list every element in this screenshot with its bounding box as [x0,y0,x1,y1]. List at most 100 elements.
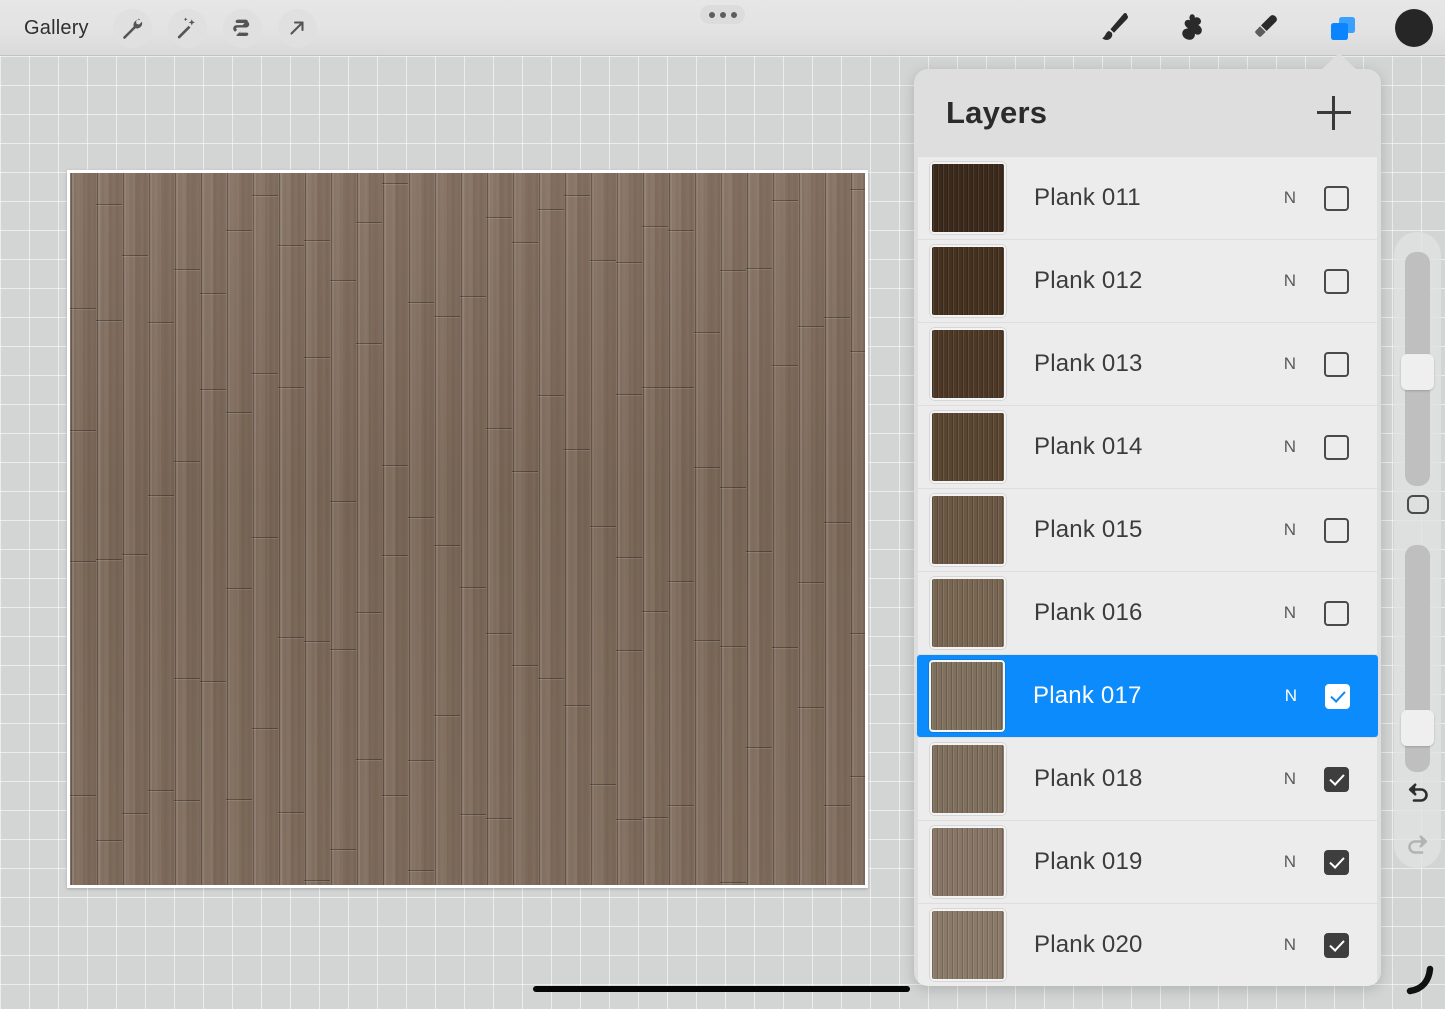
plank-seam [356,612,382,614]
layer-row[interactable]: Plank 016 N [918,572,1377,654]
plank-seam [148,322,174,324]
layer-blend-mode[interactable]: N [1284,520,1296,540]
eraser-icon[interactable] [1243,5,1289,51]
brush-size-slider-thumb[interactable] [1401,354,1434,390]
layer-blend-mode[interactable]: N [1284,852,1296,872]
plank-seam [252,195,278,197]
layer-thumbnail[interactable] [930,577,1006,649]
plank-seam [408,760,434,762]
plank-seam [824,805,850,807]
plank-seam [330,649,356,651]
sidebar-rail [1394,232,1441,868]
plank-seam [798,326,824,328]
layer-visibility-checkbox[interactable] [1324,600,1349,626]
plank-seam [278,245,304,247]
layer-thumbnail[interactable] [930,909,1006,981]
layer-name: Plank 012 [1034,267,1143,294]
opacity-slider-thumb[interactable] [1401,710,1434,746]
layer-visibility-checkbox[interactable] [1324,434,1349,460]
layer-visibility-checkbox[interactable] [1324,849,1349,875]
layer-visibility-checkbox[interactable] [1324,517,1349,543]
layer-blend-mode[interactable]: N [1285,686,1297,706]
layer-blend-mode[interactable]: N [1284,603,1296,623]
panel-handle-dots[interactable] [700,5,745,24]
plank-seam [356,222,382,224]
plank-seam [486,217,512,219]
modify-square-icon[interactable] [1407,495,1429,514]
redo-icon[interactable] [1394,824,1441,868]
magic-wand-icon[interactable] [167,8,207,48]
layer-thumbnail[interactable] [929,660,1005,732]
layer-blend-mode[interactable]: N [1284,769,1296,789]
layer-row[interactable]: Plank 015 N [918,489,1377,571]
artwork-canvas[interactable] [67,170,868,888]
plank-seam [174,461,200,463]
layer-name: Plank 019 [1034,848,1143,875]
layer-name: Plank 018 [1034,765,1143,792]
layers-panel-header: Layers [914,69,1381,157]
layer-visibility-checkbox[interactable] [1324,351,1349,377]
layer-visibility-checkbox[interactable] [1324,766,1349,792]
smudge-icon[interactable] [1167,5,1213,51]
layer-row[interactable]: Plank 020 N [918,904,1377,986]
plank-seam [252,373,278,375]
plank-seam [616,819,642,821]
layer-blend-mode[interactable]: N [1284,271,1296,291]
layer-blend-mode[interactable]: N [1284,437,1296,457]
layer-visibility-checkbox[interactable] [1324,185,1349,211]
plank-seam [408,870,434,872]
plank-seam [148,790,174,792]
plank-seam [616,650,642,652]
layer-row[interactable]: Plank 014 N [918,406,1377,488]
paintbrush-icon[interactable] [1091,5,1137,51]
layer-row[interactable]: Plank 011 N [918,157,1377,239]
plank-seam [798,707,824,709]
adjustments-wrench-icon[interactable] [112,8,152,48]
plank-seam [278,387,304,389]
plank-seam [356,759,382,761]
undo-icon[interactable] [1394,772,1441,816]
layer-list[interactable]: Plank 011 N Plank 012 N Plank 013 N Plank 014 N… [914,157,1381,986]
plank-seam [772,365,798,367]
layer-blend-mode[interactable]: N [1284,188,1296,208]
plank-seam [70,561,96,563]
layer-row[interactable]: Plank 018 N [918,738,1377,820]
plank-seam [382,183,408,185]
selection-s-icon[interactable] [222,8,262,48]
layer-thumbnail[interactable] [930,743,1006,815]
layer-name: Plank 016 [1034,599,1143,626]
transform-arrow-icon[interactable] [277,8,317,48]
plank-seam [486,818,512,820]
layer-thumbnail[interactable] [930,411,1006,483]
layers-icon[interactable] [1319,5,1365,51]
layer-blend-mode[interactable]: N [1284,354,1296,374]
layer-thumbnail[interactable] [930,162,1006,234]
dot-3 [730,11,737,18]
color-swatch[interactable] [1395,9,1433,47]
layer-visibility-checkbox[interactable] [1324,932,1349,958]
toolbar-left-group: Gallery [16,0,317,56]
layer-row[interactable]: Plank 013 N [918,323,1377,405]
stray-brush-stroke [1399,964,1437,1003]
plank-seam [278,812,304,814]
gallery-button[interactable]: Gallery [16,13,97,44]
layer-thumbnail[interactable] [930,826,1006,898]
layer-visibility-checkbox[interactable] [1325,683,1350,709]
add-layer-button[interactable] [1317,96,1351,130]
layer-thumbnail[interactable] [930,245,1006,317]
plank-seam [200,389,226,391]
layer-row[interactable]: Plank 012 N [918,240,1377,322]
plank-seam [356,343,382,345]
layer-blend-mode[interactable]: N [1284,935,1296,955]
plank-seam [564,449,590,451]
layer-row[interactable]: Plank 017 N [917,655,1378,737]
layer-thumbnail[interactable] [930,494,1006,566]
plank-seam [200,681,226,683]
layer-thumbnail[interactable] [930,328,1006,400]
plank-seam [148,495,174,497]
layer-row[interactable]: Plank 019 N [918,821,1377,903]
plank-seam [304,641,330,643]
plank-seam [96,840,122,842]
plank-seam [460,587,486,589]
layer-visibility-checkbox[interactable] [1324,268,1349,294]
